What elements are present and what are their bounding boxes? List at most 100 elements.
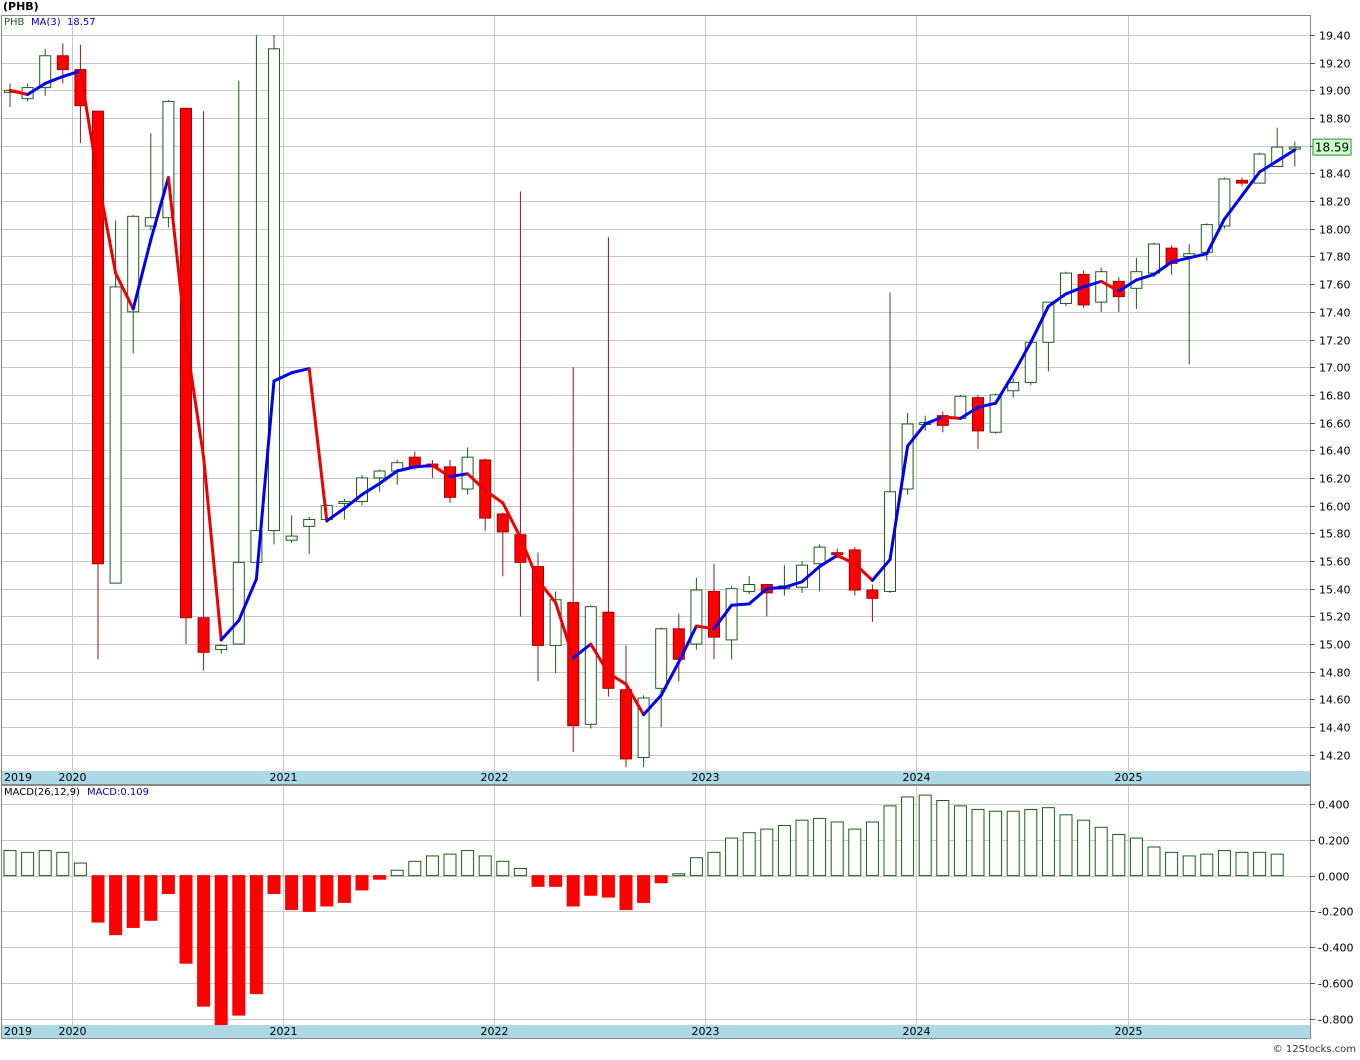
macd-bar	[267, 875, 281, 894]
macd-bar	[478, 855, 492, 877]
ma3-segment	[730, 602, 751, 607]
macd-bar	[1182, 855, 1196, 877]
macd-bar	[601, 875, 615, 898]
macd-bar	[830, 821, 844, 877]
candle	[584, 605, 597, 729]
candle-body	[268, 48, 280, 532]
legend-ma-label: MA(3)	[31, 17, 61, 28]
candle	[1060, 271, 1072, 307]
macd-bar	[337, 875, 351, 903]
candle-body	[496, 513, 509, 533]
last-price-label: 18.59	[1315, 141, 1349, 155]
candle-body	[303, 518, 316, 527]
macd-y-tick-label: 0.400	[1318, 799, 1350, 812]
macd-bar	[1253, 851, 1267, 877]
candle-body	[1236, 179, 1248, 184]
chart-root: 14.20 14.40 14.60 14.80 15.00 15.20 15.40 15.60…	[0, 0, 1360, 1056]
price-y-tick-label: 14.80	[1319, 667, 1351, 680]
macd-bar	[1165, 851, 1179, 877]
macd-bar	[249, 875, 263, 995]
candle	[848, 547, 861, 596]
macd-bar	[848, 828, 862, 877]
price-y-tick-label: 15.20	[1319, 611, 1351, 624]
candle	[444, 459, 456, 503]
macd-bar	[232, 875, 246, 1016]
macd-bar	[21, 851, 35, 877]
price-y-tick-label: 19.20	[1319, 58, 1351, 71]
macd-bar	[742, 832, 756, 877]
price-y-tick-label: 18.80	[1319, 113, 1351, 126]
macd-bar	[795, 819, 809, 877]
macd-bar	[1217, 850, 1231, 877]
macd-bar	[513, 867, 527, 877]
macd-bar	[936, 800, 950, 877]
macd-bar	[285, 875, 299, 911]
price-x-tick-label: 2025	[1115, 771, 1143, 784]
price-y-tick-label: 14.60	[1319, 694, 1351, 707]
macd-bar	[109, 875, 123, 936]
last-price-tag: 18.59	[1312, 138, 1352, 156]
candle	[180, 107, 192, 645]
macd-bar	[760, 828, 774, 877]
macd-bar	[425, 855, 439, 877]
price-y-tick-label: 18.00	[1319, 224, 1351, 237]
macd-bar	[689, 857, 703, 877]
price-y-tick-label: 19.00	[1319, 85, 1351, 98]
macd-bar	[408, 860, 422, 877]
price-y-tick-label: 17.60	[1319, 279, 1351, 292]
macd-bar	[126, 875, 140, 928]
price-y-tick-label: 17.80	[1319, 251, 1351, 264]
macd-bar	[971, 808, 985, 877]
macd-bar	[566, 875, 580, 907]
macd-bar	[461, 850, 475, 877]
candle-body	[197, 617, 210, 653]
macd-bar	[1024, 808, 1038, 877]
candle-body	[567, 602, 580, 727]
price-legend: PHB MA(3) 18.57	[4, 17, 96, 28]
price-y-tick-label: 14.20	[1319, 750, 1351, 763]
candle-body	[444, 466, 456, 498]
macd-x-tick-label: 2023	[692, 1025, 720, 1038]
price-y-tick-label: 16.80	[1319, 390, 1351, 403]
price-y-tick-label: 15.80	[1319, 528, 1351, 541]
ma3-segment	[413, 463, 434, 469]
macd-bar	[91, 875, 105, 923]
price-x-tick-label: 2020	[59, 771, 87, 784]
macd-legend: MACD(26,12,9) MACD:0.109	[4, 787, 149, 798]
ma3-segment	[765, 585, 786, 591]
price-x-tick-label: 2019	[4, 771, 32, 784]
macd-bar	[144, 875, 158, 921]
candle-body	[338, 500, 351, 504]
macd-bar	[918, 794, 932, 877]
candle-body	[232, 561, 245, 645]
macd-x-tick-label: 2019	[4, 1025, 32, 1038]
macd-bar	[619, 875, 633, 911]
price-y-tick-label: 14.40	[1319, 722, 1351, 735]
candle-body	[1007, 381, 1020, 392]
price-x-tick-label: 2023	[692, 771, 720, 784]
macd-bar	[883, 805, 897, 877]
macd-bar	[584, 875, 598, 896]
macd-bar	[1112, 833, 1126, 877]
price-y-tick-label: 18.40	[1319, 168, 1351, 181]
candle	[268, 34, 280, 545]
macd-bar	[197, 875, 211, 1007]
macd-bar	[813, 817, 827, 877]
price-y-tick-label: 15.40	[1319, 584, 1351, 597]
macd-x-tick-label: 2025	[1115, 1025, 1143, 1038]
candle-body	[1095, 271, 1108, 303]
macd-bar	[320, 875, 334, 907]
symbol-title: (PHB)	[3, 0, 39, 13]
price-y-tick-label: 16.60	[1319, 418, 1351, 431]
macd-bar	[901, 796, 915, 877]
macd-x-tick-label: 2021	[270, 1025, 298, 1038]
candle-body	[655, 628, 668, 689]
macd-bar	[707, 851, 721, 877]
candle-body	[620, 689, 632, 760]
macd-bar	[637, 875, 651, 903]
candle-body	[285, 535, 298, 541]
price-y-tick-label: 17.20	[1319, 335, 1351, 348]
candle-body	[56, 55, 69, 71]
macd-bar	[1006, 810, 1020, 877]
macd-x-tick-label: 2022	[481, 1025, 509, 1038]
